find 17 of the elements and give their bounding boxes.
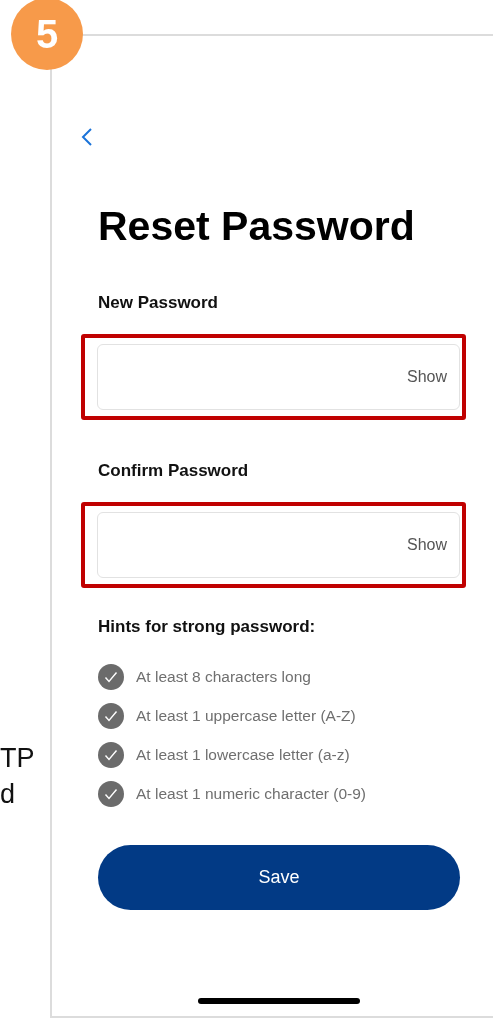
side-text: d: [0, 778, 17, 811]
hint-text: At least 1 numeric character (0-9): [136, 785, 366, 803]
step-badge: 5: [11, 0, 83, 70]
show-toggle[interactable]: Show: [406, 368, 447, 386]
password-field[interactable]: Show: [97, 512, 460, 578]
save-button[interactable]: Save: [98, 845, 460, 910]
hint-text: At least 8 characters long: [136, 668, 311, 686]
side-text: TP: [0, 742, 36, 775]
field-label: New Password: [98, 292, 219, 314]
hint-text: At least 1 lowercase letter (a-z): [136, 746, 350, 764]
field-label: Confirm Password: [98, 460, 250, 482]
page-title: Reset Password: [98, 202, 416, 250]
password-field[interactable]: Show: [97, 344, 460, 410]
back-chevron-icon[interactable]: [81, 128, 93, 146]
hints-title: Hints for strong password:: [98, 616, 317, 638]
show-toggle[interactable]: Show: [406, 536, 447, 554]
hint-text: At least 1 uppercase letter (A-Z): [136, 707, 356, 725]
